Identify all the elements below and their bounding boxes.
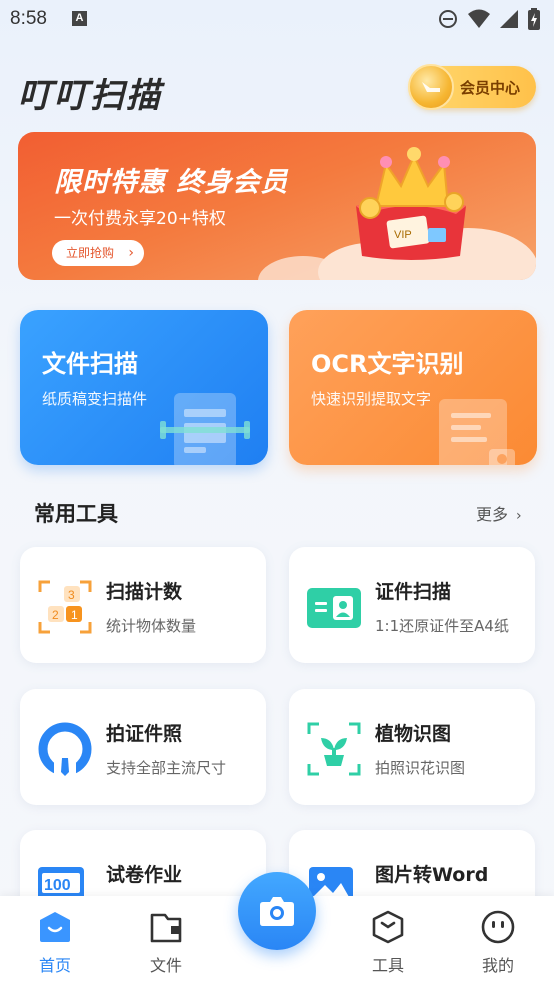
camera-button[interactable] (238, 872, 316, 950)
vip-crown-icon (408, 64, 454, 110)
nav-home[interactable]: 首页 (15, 896, 95, 984)
tools-icon (372, 910, 404, 944)
ocr-subtitle: 快速识别提取文字 (311, 390, 432, 408)
vip-center-label: 会员中心 (460, 79, 521, 97)
nav-mine[interactable]: 我的 (458, 896, 538, 984)
document-scan-icon (160, 393, 250, 465)
vip-art-label: VIP (394, 229, 412, 241)
signal-icon (500, 10, 518, 28)
status-time: 8:58 (10, 8, 47, 29)
nav-label: 我的 (481, 956, 514, 975)
tool-desc: 支持全部主流尺寸 (106, 759, 227, 777)
nav-label: 文件 (149, 956, 182, 975)
profile-icon (481, 910, 515, 944)
tool-id-photo[interactable]: 拍证件照 支持全部主流尺寸 (20, 689, 266, 805)
more-label: 更多 (476, 505, 509, 524)
tool-name: 植物识图 (375, 723, 452, 745)
nav-file[interactable]: 文件 (126, 896, 206, 984)
banner-subtitle: 一次付费永享20+特权 (54, 209, 226, 229)
ocr-title: OCR文字识别 (311, 350, 464, 378)
tool-name: 图片转Word (375, 864, 489, 886)
tool-desc: 统计物体数量 (106, 617, 197, 635)
count-icon: 3 2 1 (38, 580, 92, 634)
home-icon (40, 912, 70, 942)
count-digit: 1 (71, 608, 78, 622)
app-title: 叮叮扫描 (18, 76, 162, 116)
tools-section-title: 常用工具 (34, 502, 118, 526)
nav-label: 首页 (38, 956, 71, 975)
tool-name: 证件扫描 (375, 581, 452, 603)
buy-now-label: 立即抢购 (66, 246, 115, 260)
chevron-right-icon: › (516, 508, 522, 524)
file-scan-title: 文件扫描 (42, 350, 138, 378)
tool-name: 扫描计数 (106, 581, 183, 603)
vip-crown-illustration: VIP (356, 147, 466, 260)
tool-plant-id[interactable]: 植物识图 拍照识花识图 (289, 689, 535, 805)
status-icons (438, 8, 540, 30)
tool-desc: 拍照识花识图 (375, 759, 466, 777)
file-scan-card[interactable]: 文件扫描 纸质稿变扫描件 (20, 310, 268, 465)
tool-scan-count[interactable]: 3 2 1 扫描计数 统计物体数量 (20, 547, 266, 663)
banner-title: 限时特惠 终身会员 (54, 167, 289, 198)
tool-desc: 1:1还原证件至A4纸 (375, 617, 509, 635)
count-digit: 3 (68, 588, 75, 602)
tool-name: 试卷作业 (106, 864, 183, 886)
app-notification-icon: A (72, 11, 87, 26)
exam-score-label: 100 (44, 877, 71, 894)
promo-banner[interactable]: VIP 限时特惠 终身会员 一次付费永享20+特权 立即抢购 › (18, 132, 536, 280)
camera-icon (260, 897, 294, 926)
count-digit: 2 (52, 608, 59, 622)
buy-now-button[interactable]: 立即抢购 › (52, 240, 144, 266)
nav-tools[interactable]: 工具 (348, 896, 428, 984)
portrait-icon (38, 722, 92, 776)
folder-icon (150, 913, 182, 943)
ocr-card[interactable]: OCR文字识别 快速识别提取文字 (289, 310, 537, 465)
tool-name: 拍证件照 (106, 723, 183, 745)
id-card-icon (307, 588, 361, 628)
chevron-right-icon: › (128, 245, 134, 261)
dnd-icon (439, 10, 457, 28)
vip-center-button[interactable]: 会员中心 (408, 64, 536, 110)
file-scan-subtitle: 纸质稿变扫描件 (42, 390, 148, 408)
status-bar: 8:58 A (0, 0, 554, 40)
battery-icon (528, 8, 540, 30)
wifi-icon (468, 9, 490, 28)
plant-icon (307, 722, 361, 776)
tool-id-scan[interactable]: 证件扫描 1:1还原证件至A4纸 (289, 547, 535, 663)
nav-label: 工具 (371, 956, 404, 975)
more-tools-link[interactable]: 更多 › (476, 501, 522, 525)
text-document-icon (439, 399, 515, 465)
